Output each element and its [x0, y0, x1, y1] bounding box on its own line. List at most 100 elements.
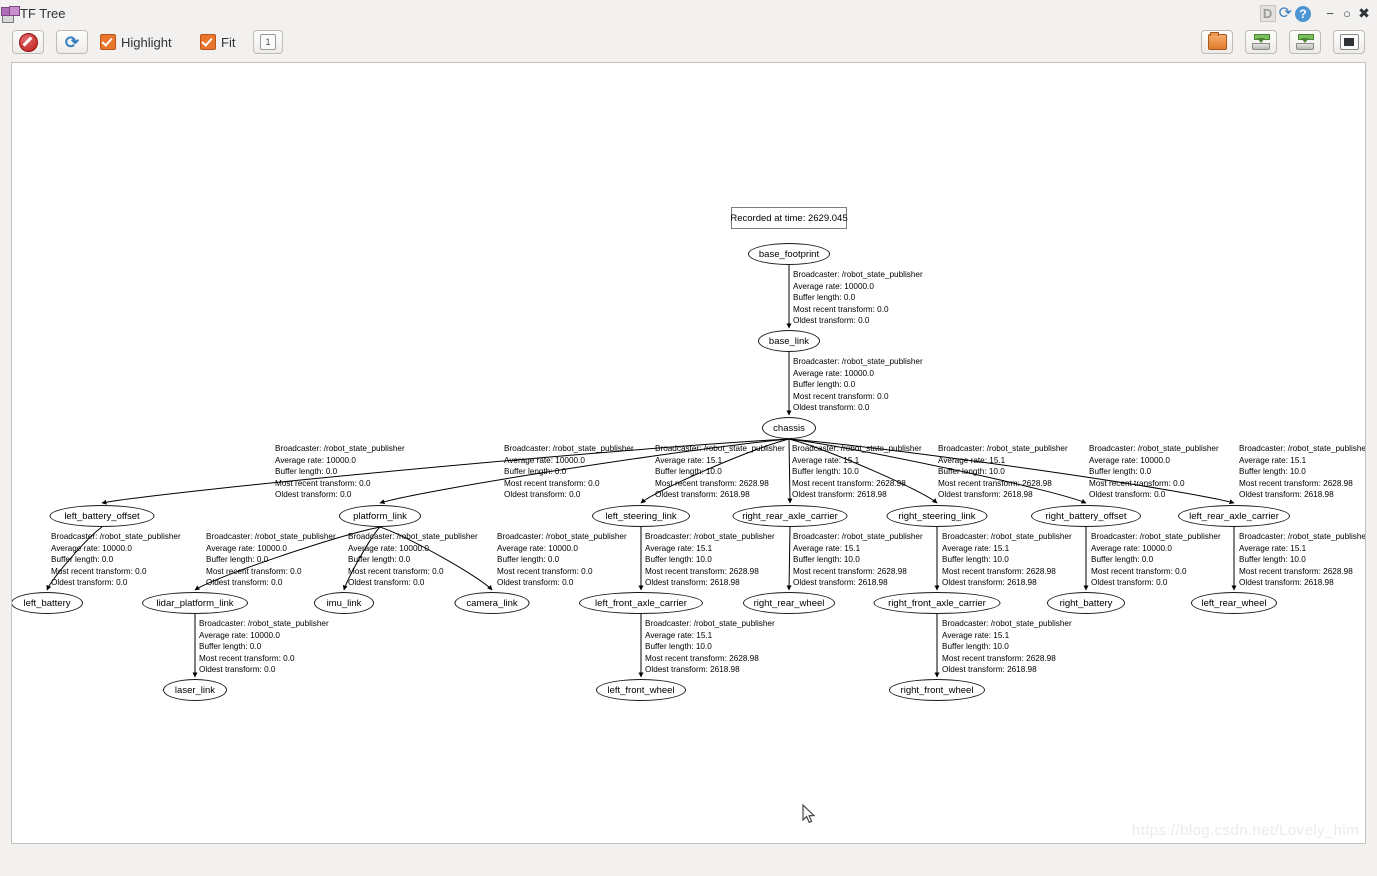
graph-node-left_battery_offset[interactable]: left_battery_offset — [49, 505, 155, 527]
graph-node-left_front_wheel[interactable]: left_front_wheel — [596, 679, 686, 701]
graph-node-right_battery_offset[interactable]: right_battery_offset — [1031, 505, 1141, 527]
graph-node-left_rear_axle_carrier[interactable]: left_rear_axle_carrier — [1178, 505, 1290, 527]
graph-node-chassis[interactable]: chassis — [762, 417, 816, 439]
watermark-text: https://blog.csdn.net/Lovely_him — [1131, 822, 1359, 839]
edge-buffer-length: Buffer length: 10.0 — [942, 555, 1009, 564]
save-button[interactable] — [1245, 30, 1277, 54]
graph-node-right_front_axle_carrier[interactable]: right_front_axle_carrier — [873, 592, 1001, 614]
graph-node-base_footprint[interactable]: base_footprint — [748, 243, 830, 265]
open-button[interactable] — [1201, 30, 1233, 54]
edge-broadcaster: Broadcaster: /robot_state_publisher — [1239, 532, 1366, 541]
edge-average-rate: Average rate: 15.1 — [645, 543, 713, 553]
graph-node-left_rear_wheel[interactable]: left_rear_wheel — [1191, 592, 1277, 614]
edge-buffer-length: Buffer length: 0.0 — [793, 380, 856, 389]
maximize-button[interactable]: ○ — [1340, 6, 1354, 21]
graph-node-lidar_platform_link[interactable]: lidar_platform_link — [142, 592, 248, 614]
minimize-button[interactable]: − — [1323, 6, 1337, 21]
edge-oldest-transform: Oldest transform: 0.0 — [199, 665, 276, 674]
edge-broadcaster: Broadcaster: /robot_state_publisher — [942, 532, 1072, 541]
edge-label-chassis-to-left_steering_link: Broadcaster: /robot_state_publisher Avera… — [655, 443, 785, 501]
refresh-button[interactable]: ⟳ — [56, 30, 88, 54]
graph-node-label: left_front_axle_carrier — [595, 597, 687, 609]
edge-broadcaster: Broadcaster: /robot_state_publisher — [1239, 444, 1366, 453]
graph-node-left_steering_link[interactable]: left_steering_link — [592, 505, 690, 527]
edge-buffer-length: Buffer length: 10.0 — [942, 642, 1009, 651]
edge-oldest-transform: Oldest transform: 2618.98 — [793, 578, 888, 587]
edge-most-recent-transform: Most recent transform: 0.0 — [497, 566, 593, 576]
graph-node-base_link[interactable]: base_link — [758, 330, 820, 352]
graph-node-right_rear_wheel[interactable]: right_rear_wheel — [743, 592, 835, 614]
edge-broadcaster: Broadcaster: /robot_state_publisher — [51, 532, 181, 541]
graph-node-label: base_link — [768, 335, 810, 347]
edge-label-chassis-to-left_rear_axle_carrier: Broadcaster: /robot_state_publisher Avera… — [1239, 443, 1366, 501]
graph-node-right_battery[interactable]: right_battery — [1047, 592, 1125, 614]
graph-node-laser_link[interactable]: laser_link — [163, 679, 227, 701]
edge-average-rate: Average rate: 10000.0 — [504, 455, 585, 465]
graph-node-imu_link[interactable]: imu_link — [314, 592, 374, 614]
edge-buffer-length: Buffer length: 0.0 — [504, 467, 567, 476]
help-icon[interactable]: ? — [1295, 5, 1311, 22]
edge-broadcaster: Broadcaster: /robot_state_publisher — [497, 532, 627, 541]
edge-average-rate: Average rate: 15.1 — [1239, 455, 1307, 465]
graph-node-right_rear_axle_carrier[interactable]: right_rear_axle_carrier — [732, 505, 848, 527]
edge-most-recent-transform: Most recent transform: 2628.98 — [645, 653, 759, 663]
edge-buffer-length: Buffer length: 0.0 — [275, 467, 338, 476]
edge-average-rate: Average rate: 15.1 — [942, 543, 1010, 553]
edge-most-recent-transform: Most recent transform: 0.0 — [51, 566, 147, 576]
edge-oldest-transform: Oldest transform: 2618.98 — [1239, 490, 1334, 499]
edge-most-recent-transform: Most recent transform: 0.0 — [348, 566, 444, 576]
edge-most-recent-transform: Most recent transform: 0.0 — [793, 391, 889, 401]
edge-oldest-transform: Oldest transform: 2618.98 — [1239, 578, 1334, 587]
graph-node-label: right_front_axle_carrier — [888, 597, 986, 609]
edge-buffer-length: Buffer length: 10.0 — [938, 467, 1005, 476]
edge-most-recent-transform: Most recent transform: 0.0 — [504, 478, 600, 488]
stop-button[interactable] — [12, 30, 44, 54]
close-button[interactable]: ✖ — [1357, 5, 1371, 22]
graph-node-label: right_rear_axle_carrier — [742, 510, 838, 522]
edge-most-recent-transform: Most recent transform: 2628.98 — [793, 566, 907, 576]
checkbox-icon — [100, 34, 116, 50]
graph-node-right_steering_link[interactable]: right_steering_link — [886, 505, 988, 527]
edge-buffer-length: Buffer length: 10.0 — [793, 555, 860, 564]
edge-oldest-transform: Oldest transform: 2618.98 — [645, 665, 740, 674]
edge-label-base_link-to-chassis: Broadcaster: /robot_state_publisher Avera… — [793, 356, 923, 414]
dock-icon[interactable]: D — [1259, 5, 1276, 22]
graph-node-left_front_axle_carrier[interactable]: left_front_axle_carrier — [579, 592, 703, 614]
fullscreen-icon — [1339, 34, 1359, 50]
edge-average-rate: Average rate: 10000.0 — [51, 543, 132, 553]
edge-oldest-transform: Oldest transform: 0.0 — [1091, 578, 1168, 587]
save-as-button[interactable] — [1289, 30, 1321, 54]
edge-broadcaster: Broadcaster: /robot_state_publisher — [938, 444, 1068, 453]
edge-buffer-length: Buffer length: 10.0 — [792, 467, 859, 476]
edge-most-recent-transform: Most recent transform: 2628.98 — [645, 566, 759, 576]
graph-node-left_battery[interactable]: left_battery — [12, 592, 83, 614]
graph-node-label: lidar_platform_link — [156, 597, 234, 609]
page-selector-button[interactable]: 1 — [253, 30, 283, 54]
edge-label-platform_link-to-lidar_platform_link: Broadcaster: /robot_state_publisher Avera… — [206, 531, 336, 589]
edge-average-rate: Average rate: 15.1 — [938, 455, 1006, 465]
edge-average-rate: Average rate: 10000.0 — [348, 543, 429, 553]
graph-node-label: right_rear_wheel — [753, 597, 825, 609]
graph-node-camera_link[interactable]: camera_link — [454, 592, 530, 614]
edge-buffer-length: Buffer length: 10.0 — [655, 467, 722, 476]
edge-oldest-transform: Oldest transform: 0.0 — [504, 490, 581, 499]
fit-checkbox[interactable]: Fit — [200, 34, 235, 50]
edge-oldest-transform: Oldest transform: 2618.98 — [938, 490, 1033, 499]
edge-broadcaster: Broadcaster: /robot_state_publisher — [793, 270, 923, 279]
edge-oldest-transform: Oldest transform: 0.0 — [1089, 490, 1166, 499]
graph-canvas[interactable]: Recorded at time: 2629.045 base_footprin… — [11, 62, 1366, 844]
edge-most-recent-transform: Most recent transform: 2628.98 — [1239, 566, 1353, 576]
undock-icon[interactable]: ⟳ — [1279, 5, 1292, 22]
highlight-checkbox[interactable]: Highlight — [100, 34, 172, 50]
graph-node-label: base_footprint — [758, 248, 820, 260]
graph-node-platform_link[interactable]: platform_link — [339, 505, 421, 527]
edge-oldest-transform: Oldest transform: 0.0 — [497, 578, 574, 587]
graph-node-label: imu_link — [326, 597, 362, 609]
graph-node-label: right_battery — [1059, 597, 1113, 609]
graph-node-label: chassis — [773, 422, 805, 434]
graph-node-right_front_wheel[interactable]: right_front_wheel — [889, 679, 985, 701]
edge-label-right_steering_link-to-right_front_axle_carrier: Broadcaster: /robot_state_publisher Avera… — [942, 531, 1072, 589]
fullscreen-button[interactable] — [1333, 30, 1365, 54]
save-icon — [1252, 34, 1270, 50]
edge-label-platform_link-to-camera_link: Broadcaster: /robot_state_publisher Avera… — [497, 531, 627, 589]
